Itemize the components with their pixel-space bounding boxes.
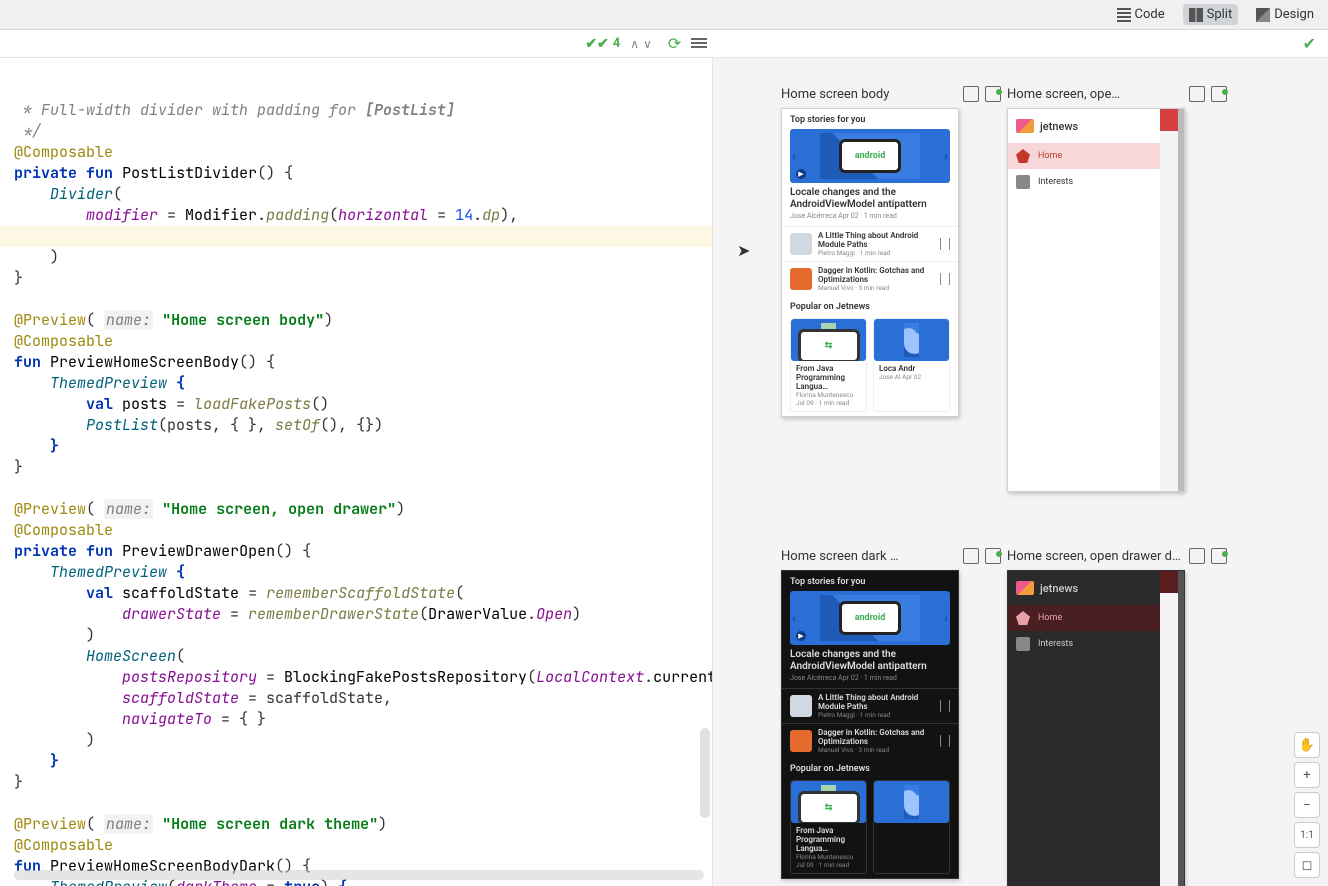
preview-surface[interactable]: jetnews Home Interests [1007, 570, 1185, 886]
code-icon [1117, 8, 1131, 22]
top-stories-label: Top stories for you [782, 571, 958, 589]
hero-image: ‹android›▶ [790, 591, 950, 645]
list-item: Dagger in Kotlin: Gotchas and Optimizati… [782, 261, 958, 296]
hero-prev-icon: ‹ [792, 149, 796, 163]
editor-status-bar: ✔✔ 4 ∧ ∨ ⟳ ✔ [0, 30, 1328, 58]
deploy-icon[interactable] [1211, 548, 1227, 564]
popular-card: ⇆ From Java Programming Langua…Florina M… [790, 318, 867, 412]
bookmark-icon [940, 238, 950, 250]
preview-header: Home screen body [781, 86, 1001, 102]
code-mode-button[interactable]: Code [1111, 4, 1171, 25]
list-item: A Little Thing about Android Module Path… [782, 688, 958, 723]
popular-card: Loca AndrJose Al Apr 02 [873, 318, 950, 412]
device-icon[interactable] [1189, 86, 1205, 102]
preview-open-drawer: Home screen, ope… jetnews Home Interests [1007, 86, 1227, 492]
popular-label: Popular on Jetnews [782, 758, 958, 776]
drawer-scrollbar [1178, 109, 1184, 491]
hero-post-title: Locale changes and the AndroidViewModel … [782, 649, 958, 673]
device-icon[interactable] [1189, 548, 1205, 564]
preview-surface[interactable]: Top stories for you ‹android›▶ Locale ch… [781, 570, 959, 879]
drawer-item-interests: Interests [1008, 169, 1160, 195]
brand-logo-icon [1016, 119, 1034, 133]
bookmark-icon [940, 273, 950, 285]
zoom-out-button[interactable]: − [1294, 792, 1320, 818]
issue-count: 4 [613, 36, 620, 51]
preview-settings-icon[interactable] [691, 38, 707, 50]
design-icon [1256, 8, 1270, 22]
zoom-fit-button[interactable]: 1:1 [1294, 822, 1320, 848]
split-icon [1189, 8, 1203, 22]
thumb-icon [790, 233, 812, 255]
build-ok-icon: ✔ [1303, 34, 1316, 53]
design-mode-label: Design [1274, 7, 1314, 22]
phone-graphic: android [839, 139, 901, 173]
preview-panel: Home screen body Top stories for you ‹ a… [712, 58, 1328, 886]
hero-post-meta: Jose Alcérreca Apr 02 · 1 min read [782, 211, 958, 226]
deploy-icon[interactable] [1211, 86, 1227, 102]
code-mode-label: Code [1135, 7, 1165, 22]
deploy-icon[interactable] [985, 86, 1001, 102]
hero-next-icon: › [944, 149, 948, 163]
zoom-actual-button[interactable]: ◻ [1294, 852, 1320, 878]
editor-horizontal-scrollbar[interactable] [14, 870, 704, 880]
list-icon [1016, 175, 1030, 189]
preview-title: Home screen, open drawer dar… [1007, 549, 1183, 564]
preview-surface[interactable]: jetnews Home Interests [1007, 108, 1185, 492]
hero-post-title: Locale changes and the AndroidViewModel … [782, 187, 958, 211]
top-stories-label: Top stories for you [782, 109, 958, 127]
list-item: Dagger in Kotlin: Gotchas and Optimizati… [782, 723, 958, 758]
next-issue-icon[interactable]: ∨ [641, 37, 654, 51]
refresh-preview-icon[interactable]: ⟳ [668, 34, 681, 53]
preview-home-screen-dark: Home screen dark … Top stories for you ‹… [781, 548, 1001, 879]
zoom-controls: ✋ + − 1:1 ◻ [1294, 732, 1320, 878]
inspection-badge[interactable]: ✔✔ 4 [585, 36, 620, 52]
split-mode-button[interactable]: Split [1183, 4, 1239, 25]
check-icon: ✔✔ [585, 36, 608, 52]
preview-title: Home screen, ope… [1007, 87, 1183, 102]
editor-vertical-scrollbar[interactable] [700, 728, 710, 818]
split-mode-label: Split [1207, 7, 1233, 22]
device-icon[interactable] [963, 86, 979, 102]
preview-home-screen-body: Home screen body Top stories for you ‹ a… [781, 86, 1001, 417]
pan-tool-button[interactable]: ✋ [1294, 732, 1320, 758]
current-line-highlight [0, 226, 712, 247]
drawer-brand: jetnews [1008, 109, 1160, 143]
device-icon[interactable] [963, 548, 979, 564]
list-item: A Little Thing about Android Module Path… [782, 226, 958, 261]
design-mode-button[interactable]: Design [1250, 4, 1320, 25]
preview-title: Home screen dark … [781, 549, 957, 564]
prev-issue-icon[interactable]: ∧ [628, 37, 641, 51]
preview-surface[interactable]: Top stories for you ‹ android › ▶ Locale… [781, 108, 959, 417]
view-mode-toolbar: Code Split Design [0, 0, 1328, 30]
thumb-icon [790, 268, 812, 290]
hero-image: ‹ android › ▶ [790, 129, 950, 183]
hero-post-meta: Jose Alcérreca Apr 02 · 1 min read [782, 673, 958, 688]
hero-play-icon: ▶ [796, 169, 806, 179]
code-editor[interactable]: * Full-width divider with padding for [P… [0, 58, 712, 886]
home-icon [1016, 149, 1030, 163]
popular-list: ⇆ From Java Programming Langua…Florina M… [782, 314, 958, 416]
popular-label: Popular on Jetnews [782, 296, 958, 314]
preview-title: Home screen body [781, 87, 957, 102]
deploy-icon[interactable] [985, 548, 1001, 564]
preview-open-drawer-dark: Home screen, open drawer dar… jetnews Ho… [1007, 548, 1227, 886]
zoom-in-button[interactable]: + [1294, 762, 1320, 788]
drawer-item-home: Home [1008, 143, 1160, 169]
